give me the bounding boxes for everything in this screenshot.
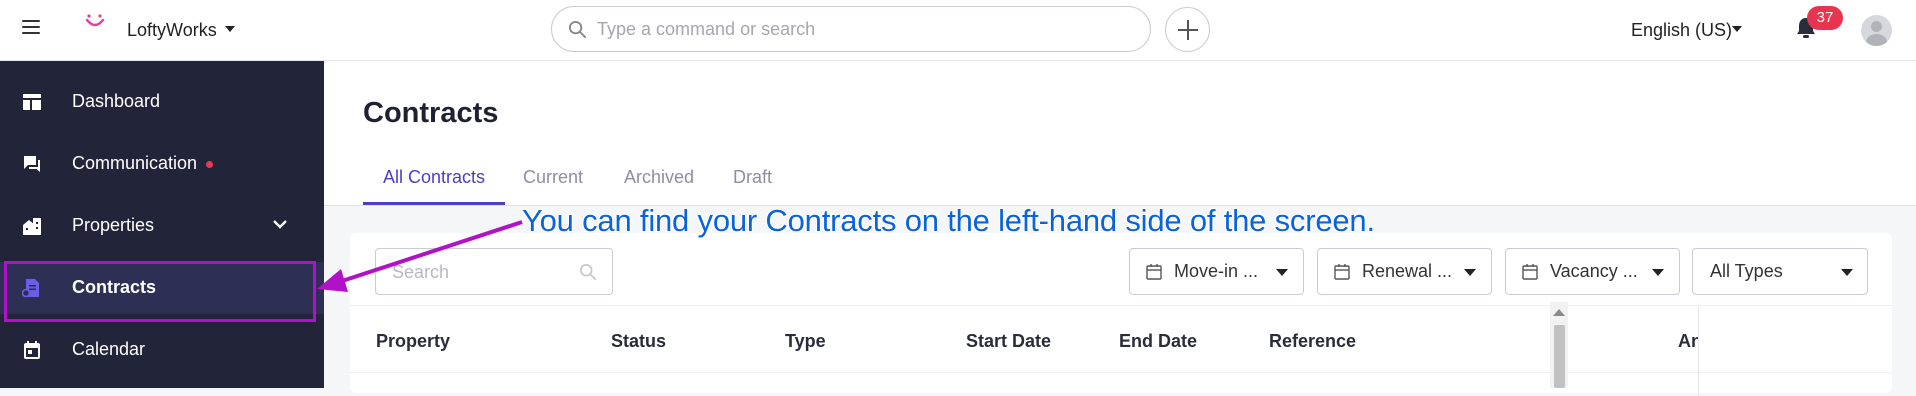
building-icon: [23, 218, 41, 235]
move-in-filter-label: Move-in ...: [1174, 261, 1259, 281]
type-filter-label: All Types: [1710, 261, 1783, 281]
language-selector[interactable]: English (US): [1631, 20, 1732, 41]
avatar[interactable]: [1861, 15, 1892, 46]
sidebar-item-properties[interactable]: Properties: [0, 200, 324, 252]
tab-draft[interactable]: Draft: [733, 167, 772, 188]
page-title: Contracts: [363, 97, 499, 129]
calendar-icon: [1334, 264, 1350, 280]
dashboard-icon: [23, 94, 41, 110]
sidebar-item-label: Dashboard: [72, 91, 161, 111]
language-caret-icon[interactable]: [1732, 26, 1742, 32]
renewal-filter[interactable]: Renewal ...: [1317, 248, 1492, 295]
sidebar-item-dashboard[interactable]: Dashboard: [0, 76, 324, 128]
calendar-icon: [1522, 264, 1538, 280]
calendar-icon: [1146, 264, 1162, 280]
chevron-down-icon[interactable]: [272, 218, 288, 230]
menu-icon[interactable]: [22, 20, 40, 34]
tutorial-annotation-text: You can find your Contracts on the left-…: [522, 203, 1375, 238]
contracts-highlight-box: [4, 261, 316, 322]
command-search-input[interactable]: [597, 17, 1117, 41]
chevron-down-icon: [1464, 269, 1476, 276]
vacancy-filter[interactable]: Vacancy ...: [1505, 248, 1680, 295]
move-in-filter[interactable]: Move-in ...: [1129, 248, 1304, 295]
sidebar-item-label: Calendar: [72, 339, 146, 359]
chat-icon: [24, 156, 40, 172]
type-filter[interactable]: All Types: [1692, 248, 1868, 295]
notification-badge: 37: [1807, 6, 1843, 30]
column-header-property[interactable]: Property: [376, 331, 450, 352]
sidebar-item-label: Communication: [72, 153, 198, 173]
contract-search-input[interactable]: [392, 261, 582, 283]
page-header: Contracts All Contracts Current Archived…: [324, 61, 1916, 206]
search-icon: [568, 20, 587, 39]
table-header: Property Status Type Start Date End Date…: [350, 305, 1892, 396]
scrollbar-thumb[interactable]: [1554, 325, 1565, 388]
sidebar-item-communication[interactable]: Communication: [0, 138, 324, 190]
add-button[interactable]: [1165, 7, 1210, 52]
lofty-logo-icon: [85, 14, 105, 27]
column-header-start-date[interactable]: Start Date: [966, 331, 1051, 352]
renewal-filter-label: Renewal ...: [1362, 261, 1453, 281]
active-tab-indicator: [363, 202, 505, 205]
unread-dot: [206, 161, 213, 168]
chevron-down-icon: [1276, 269, 1288, 276]
scroll-up-arrow-icon[interactable]: [1553, 309, 1565, 316]
chevron-down-icon: [1841, 269, 1853, 276]
chevron-down-icon: [1652, 269, 1664, 276]
top-bar: LoftyWorks English (US) 37: [0, 0, 1916, 61]
workspace-name[interactable]: LoftyWorks: [127, 20, 217, 41]
sidebar-item-calendar[interactable]: Calendar: [0, 324, 324, 376]
sidebar: Dashboard Communication Properties Contr…: [0, 61, 324, 388]
contracts-panel: Move-in ... Renewal ... Vacancy ...: [350, 233, 1892, 396]
search-icon: [579, 263, 597, 281]
tab-all-contracts[interactable]: All Contracts: [383, 167, 485, 188]
tab-current[interactable]: Current: [523, 167, 583, 188]
sidebar-item-label: Properties: [72, 215, 155, 235]
column-header-status[interactable]: Status: [611, 331, 666, 352]
column-header-end-date[interactable]: End Date: [1119, 331, 1197, 352]
command-search[interactable]: [551, 6, 1151, 52]
tab-archived[interactable]: Archived: [624, 167, 694, 188]
column-header-type[interactable]: Type: [785, 331, 826, 352]
column-header-truncated[interactable]: An: [1678, 331, 1698, 352]
column-divider: [1698, 306, 1699, 396]
workspace-caret-icon[interactable]: [225, 26, 235, 32]
calendar-icon: [24, 341, 40, 359]
vacancy-filter-label: Vacancy ...: [1550, 261, 1638, 281]
column-header-reference[interactable]: Reference: [1269, 331, 1356, 352]
contract-search[interactable]: [375, 248, 613, 295]
